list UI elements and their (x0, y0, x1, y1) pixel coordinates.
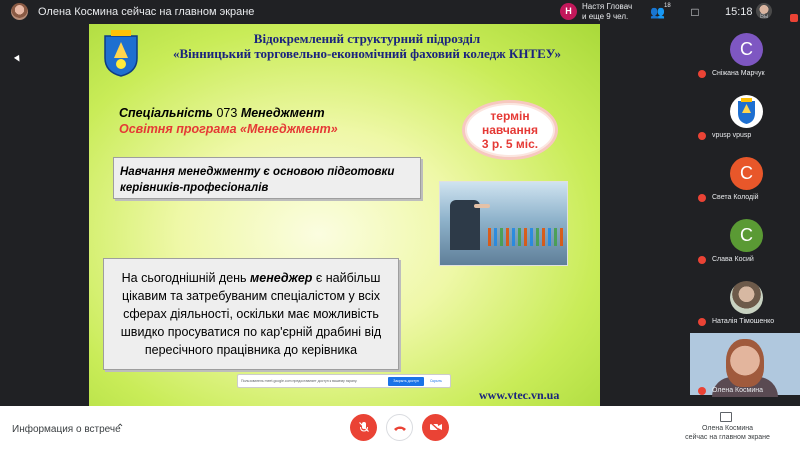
participant-name: Наталія Тімошенко (712, 318, 775, 325)
share-notice: Пользователь meet.google.com предоставля… (241, 379, 358, 383)
term-line2: навчання (482, 123, 538, 137)
manager-description-box: На сьогоднішній день менеджер є найбільш… (103, 258, 399, 370)
chevron-up-icon[interactable]: ⌃ (116, 423, 124, 434)
participant-tile[interactable]: Наталія Тімошенко (690, 272, 800, 330)
mic-off-icon (698, 387, 706, 395)
people-count: 18 (664, 3, 671, 9)
presentation-stage: Відокремлений структурний підрозділ «Він… (0, 24, 688, 406)
mic-off-icon (698, 132, 706, 140)
hide-share-bar-button[interactable]: Скрыть (430, 377, 442, 386)
people-network-shape (488, 228, 566, 246)
presentation-slide: Відокремлений структурний підрозділ «Він… (89, 24, 600, 406)
chat-icon[interactable]: □ (688, 5, 702, 19)
stop-sharing-button[interactable]: Закрыть доступ (388, 377, 424, 386)
management-box: Навчання менеджменту є основою підготовк… (113, 157, 421, 199)
present-screen-icon[interactable] (720, 412, 732, 422)
presenter-title: Олена Космина сейчас на главном экране (38, 6, 255, 18)
specialty-label: Спеціальність (119, 106, 213, 120)
self-mic-off-icon (790, 14, 798, 22)
mic-off-icon (698, 70, 706, 78)
present-line1: Олена Космина (702, 425, 753, 432)
mic-off-icon (358, 422, 369, 432)
mic-off-icon (698, 318, 706, 326)
participant-tile[interactable]: vpusp vpusp (690, 86, 800, 144)
mouse-cursor-icon (13, 54, 23, 64)
participant-avatar: С (730, 157, 763, 190)
mic-toggle-button[interactable] (350, 414, 377, 441)
video-person-face (726, 339, 764, 387)
desc-part1: На сьогоднішній день (121, 271, 251, 285)
participant-name: Олена Космина (712, 387, 763, 394)
meet-window: Олена Космина сейчас на главном экране Н… (0, 0, 800, 450)
camera-off-icon (428, 421, 442, 433)
presenter-avatar (11, 3, 28, 20)
participant-name: Света Колодій (712, 194, 759, 201)
header-line2: «Вінницький торговельно-економічний фахо… (173, 46, 561, 61)
participant-name: vpusp vpusp (712, 132, 752, 139)
bottom-bar: Информация о встрече ⌃ Олена Космина сей… (0, 406, 800, 450)
participant-tiles: С Сніжана Марчук vpusp vpusp С Света Кол… (690, 24, 800, 406)
participant-logo-icon (730, 95, 763, 128)
slide-header: Відокремлений структурний підрозділ «Він… (147, 31, 587, 61)
header-line1: Відокремлений структурний підрозділ (253, 31, 481, 46)
term-badge: термін навчання 3 р. 5 міс. (462, 100, 558, 160)
top-bar: Олена Космина сейчас на главном экране Н… (0, 0, 800, 24)
participant-tile[interactable]: С Сніжана Марчук (690, 24, 800, 82)
participant-name: Сніжана Марчук (712, 70, 765, 77)
specialty-number: 073 (216, 106, 238, 120)
participant-tile[interactable]: С Слава Косий (690, 210, 800, 268)
term-line1: термін (490, 109, 530, 123)
participant-photo-avatar (730, 281, 763, 314)
notification-line1: Настя Гловач (582, 2, 633, 11)
self-label: Вы (760, 14, 769, 20)
screen-share-bar: Пользователь meet.google.com предоставля… (237, 374, 451, 388)
mic-off-icon (698, 256, 706, 264)
slide-url: www.vtec.vn.ua (479, 388, 560, 402)
hang-up-icon (393, 426, 406, 431)
participant-name: Слава Косий (712, 256, 754, 263)
desc-emphasis: менеджер (250, 271, 313, 285)
notification-line2: и еще 9 чел. (582, 12, 629, 21)
business-network-image (439, 181, 568, 266)
camera-toggle-button[interactable] (422, 414, 449, 441)
pointing-finger-shape (474, 204, 490, 208)
join-notification[interactable]: Настя Гловач и еще 9 чел. (582, 2, 632, 22)
participant-avatar: С (730, 219, 763, 252)
program-line: Освітня програма «Менеджмент» (119, 122, 338, 136)
present-line2: сейчас на главном экране (685, 434, 770, 441)
people-icon[interactable]: 👥 (650, 5, 665, 19)
hang-up-button[interactable] (386, 414, 413, 441)
meeting-info-button[interactable]: Информация о встрече (12, 424, 121, 435)
notification-avatar[interactable]: Н (560, 3, 577, 20)
participant-avatar: С (730, 33, 763, 66)
specialty-name: Менеджмент (240, 106, 325, 120)
participant-tile[interactable]: С Света Колодій (690, 148, 800, 206)
presenting-status[interactable]: Олена Космина сейчас на главном экране (680, 424, 775, 442)
term-line3: 3 р. 5 міс. (481, 137, 539, 151)
clock: 15:18 (725, 6, 753, 18)
college-logo-icon (104, 30, 138, 77)
mic-off-icon (698, 194, 706, 202)
participant-video-tile[interactable]: Олена Космина (690, 333, 800, 397)
specialty-line: Спеціальність 073 Менеджмент (119, 106, 325, 120)
